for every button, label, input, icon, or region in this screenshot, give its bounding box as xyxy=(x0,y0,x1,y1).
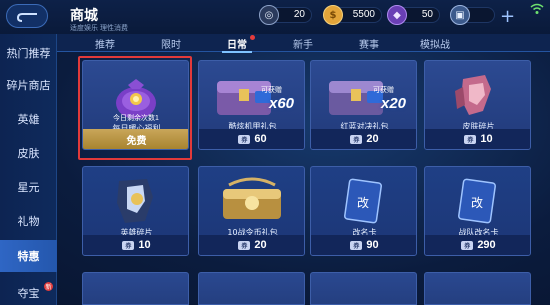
golden-chest-icon xyxy=(223,177,281,219)
sidebar-item-skins[interactable]: 皮肤 xyxy=(0,138,57,168)
token-icon: ◎ xyxy=(259,5,279,25)
notification-dot xyxy=(250,35,255,40)
gold-currency[interactable]: $ 5500 xyxy=(323,5,382,25)
price-value: 20 xyxy=(254,239,267,251)
gold-value: 5500 xyxy=(352,9,375,20)
coupon-icon: 券 xyxy=(464,134,477,144)
sidebar-item-label: 碎片商店 xyxy=(6,79,51,92)
plus-icon[interactable]: + xyxy=(500,6,515,27)
sidebar-item-label: 皮肤 xyxy=(17,147,40,160)
item-card-hero-fragment[interactable]: 英雄碎片 券 10 xyxy=(82,166,189,256)
tab-bar: 推荐 限时 日常 新手 赛事 模拟战 xyxy=(57,34,550,53)
item-card-rename-card[interactable]: 改 改名卡 券 90 xyxy=(310,166,417,256)
card-glyph: 改 xyxy=(471,196,483,210)
sidebar-item-treasure[interactable]: 夺宝 新 xyxy=(0,278,57,305)
bonus-multiplier: x60 xyxy=(269,95,295,112)
coupon-icon: 券 xyxy=(350,134,363,144)
coupon-currency[interactable]: ▣ xyxy=(450,5,495,25)
item-card-partial[interactable] xyxy=(424,272,531,305)
tab-daily[interactable]: 日常 xyxy=(207,34,267,53)
price-value: 10 xyxy=(480,133,493,145)
bonus-text: 可获赠 xyxy=(373,87,394,94)
coupon-icon: 券 xyxy=(461,240,474,250)
price-value: 20 xyxy=(366,133,379,145)
notification-dot: 新 xyxy=(44,282,53,291)
item-card-partial[interactable] xyxy=(198,272,305,305)
item-card-partial[interactable] xyxy=(82,272,189,305)
diamond-currency[interactable]: ◆ 50 xyxy=(387,5,440,25)
sidebar-item-label: 热门推荐 xyxy=(6,47,51,60)
tab-label: 赛事 xyxy=(359,39,379,51)
sidebar-item-label: 礼物 xyxy=(17,215,40,228)
selection-highlight xyxy=(78,56,192,160)
tab-active-indicator xyxy=(222,51,252,53)
tab-label: 限时 xyxy=(161,39,181,51)
price-bar[interactable]: 券 290 xyxy=(425,235,530,255)
price-bar[interactable]: 券 20 xyxy=(199,235,304,255)
top-bar: 商城 适度娱乐 理性消费 ◎ 20 $ 5500 ◆ 50 ▣ + xyxy=(0,0,550,34)
bonus-multiplier: x20 xyxy=(381,95,407,112)
price-bar[interactable]: 券 20 xyxy=(311,129,416,149)
item-card-partial[interactable] xyxy=(310,272,417,305)
sidebar-item-heroes[interactable]: 英雄 xyxy=(0,104,57,134)
treasure-chest-icon xyxy=(329,81,383,115)
diamond-value: 50 xyxy=(421,9,433,20)
item-card-battlepass-coin-pack[interactable]: 10战令币礼包 券 20 xyxy=(198,166,305,256)
item-card-team-rename-card[interactable]: 改 战队改名卡 券 290 xyxy=(424,166,531,256)
price-value: 290 xyxy=(477,239,496,251)
sidebar-item-hot[interactable]: 热门推荐 xyxy=(0,38,57,68)
price-value: 60 xyxy=(254,133,267,145)
price-value: 90 xyxy=(366,239,379,251)
item-card-redblue-pack[interactable]: 可获赠 x20 红蓝对决礼包 券 20 xyxy=(310,60,417,150)
coupon-icon: 券 xyxy=(238,240,251,250)
diamond-icon: ◆ xyxy=(387,5,407,25)
price-bar[interactable]: 券 10 xyxy=(425,129,530,149)
wifi-icon xyxy=(530,3,544,14)
sidebar-item-label: 夺宝 xyxy=(17,287,40,300)
sidebar-item-deals[interactable]: 特惠 xyxy=(0,240,57,272)
token-value: 20 xyxy=(293,9,305,20)
page-subtitle: 适度娱乐 理性消费 xyxy=(70,25,128,32)
tab-label: 模拟战 xyxy=(420,39,450,51)
tab-simulation[interactable]: 模拟战 xyxy=(405,34,465,52)
bonus-text: 可获赠 xyxy=(261,87,282,94)
price-bar[interactable]: 券 10 xyxy=(83,235,188,255)
back-button[interactable] xyxy=(6,4,48,28)
rename-card-icon: 改 xyxy=(344,178,382,224)
sidebar-item-label: 特惠 xyxy=(17,250,40,263)
sidebar-item-gifts[interactable]: 礼物 xyxy=(0,206,57,236)
tab-newbie[interactable]: 新手 xyxy=(273,34,333,52)
coupon-icon: 券 xyxy=(350,240,363,250)
token-currency[interactable]: ◎ 20 xyxy=(259,5,312,25)
price-value: 10 xyxy=(138,239,151,251)
team-rename-card-icon: 改 xyxy=(458,178,496,224)
coupon-icon: 券 xyxy=(238,134,251,144)
tab-events[interactable]: 赛事 xyxy=(339,34,399,52)
tab-label: 新手 xyxy=(293,39,313,51)
gold-coin-icon: $ xyxy=(323,5,343,25)
price-bar[interactable]: 券 60 xyxy=(199,129,304,149)
sidebar-item-label: 星元 xyxy=(17,181,40,194)
sidebar-item-fragments[interactable]: 碎片商店 xyxy=(0,70,57,100)
card-glyph: 改 xyxy=(357,196,369,210)
treasure-chest-icon xyxy=(217,81,271,115)
tab-label: 推荐 xyxy=(95,39,115,51)
sidebar-item-label: 英雄 xyxy=(17,113,40,126)
item-card-mecha-pack[interactable]: 可获赠 x60 酷炫机甲礼包 券 60 xyxy=(198,60,305,150)
sidebar: 热门推荐 碎片商店 英雄 皮肤 星元 礼物 特惠 夺宝 新 xyxy=(0,34,57,305)
coupon-icon: ▣ xyxy=(450,5,470,25)
back-arrow-icon xyxy=(17,13,37,22)
sidebar-item-stars[interactable]: 星元 xyxy=(0,172,57,202)
price-bar[interactable]: 券 90 xyxy=(311,235,416,255)
page-title: 商城 xyxy=(70,8,98,24)
coupon-icon: 券 xyxy=(122,240,135,250)
hero-fragment-icon xyxy=(117,179,153,223)
tab-limited[interactable]: 限时 xyxy=(141,34,201,52)
tab-recommend[interactable]: 推荐 xyxy=(75,34,135,52)
item-card-skin-fragment[interactable]: 皮肤碎片 券 10 xyxy=(424,60,531,150)
tab-label: 日常 xyxy=(227,39,247,51)
skin-fragment-icon xyxy=(455,75,491,115)
